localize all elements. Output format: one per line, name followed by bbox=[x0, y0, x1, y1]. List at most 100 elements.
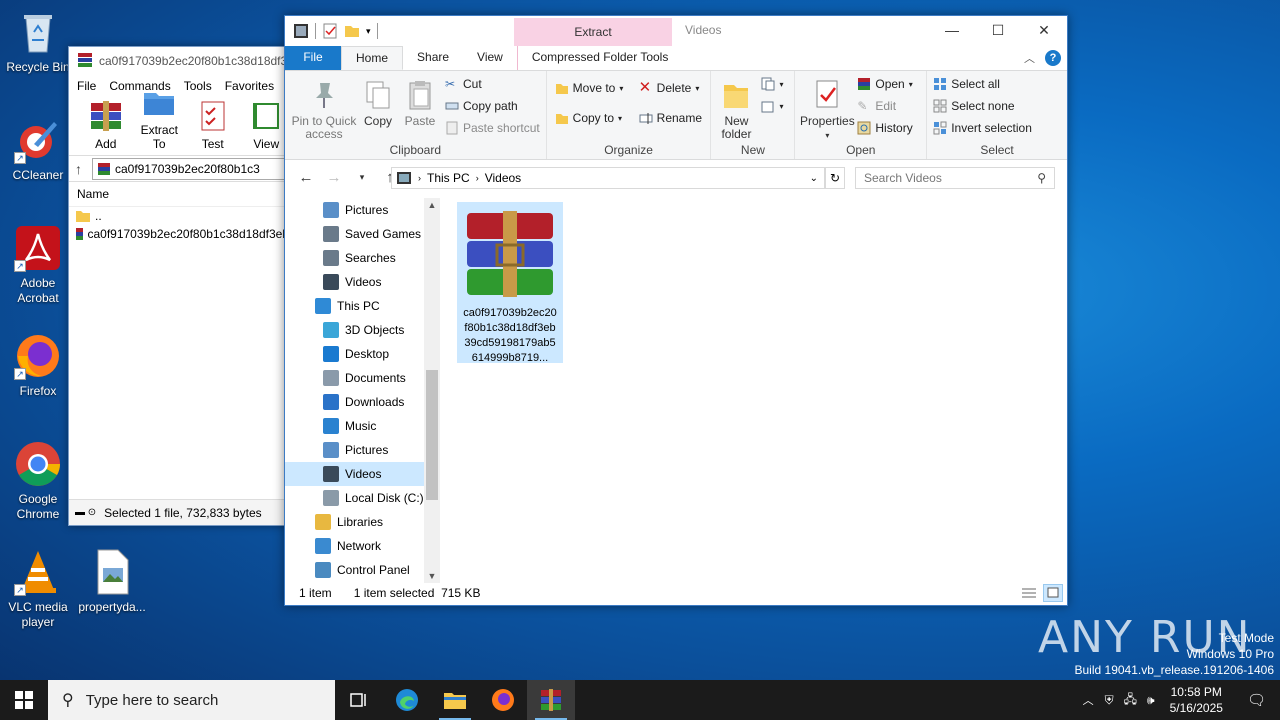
scroll-up-icon[interactable]: ▲ bbox=[424, 200, 440, 210]
new-item-button[interactable]: ▾ bbox=[761, 77, 783, 91]
tab-home[interactable]: Home bbox=[341, 46, 404, 70]
breadcrumb-videos[interactable]: Videos bbox=[485, 171, 521, 185]
taskbar-edge[interactable] bbox=[383, 680, 431, 720]
desktop-icon-vlc[interactable]: ↗ VLC media player bbox=[0, 548, 76, 630]
nav-item-saved-games[interactable]: Saved Games bbox=[285, 222, 440, 246]
properties-qat-icon[interactable] bbox=[322, 23, 338, 39]
start-button[interactable] bbox=[0, 680, 48, 720]
tab-compressed-folder-tools[interactable]: Compressed Folder Tools bbox=[516, 46, 683, 70]
notification-icon[interactable]: 🗨 bbox=[1233, 691, 1280, 709]
nav-item-local-disk-c[interactable]: Local Disk (C:) bbox=[285, 486, 440, 510]
copy-button[interactable]: Copy bbox=[361, 79, 395, 128]
clock[interactable]: 10:58 PM 5/16/2025 bbox=[1160, 684, 1233, 716]
collapse-ribbon-icon[interactable]: ︿ bbox=[1024, 50, 1035, 66]
list-item[interactable]: .. bbox=[69, 207, 289, 225]
open-button[interactable]: Open ▾ bbox=[857, 77, 913, 91]
extract-to-button[interactable]: Extract To bbox=[137, 85, 183, 151]
address-bar[interactable]: › This PC › Videos ⌄ bbox=[391, 167, 825, 189]
invert-selection-button[interactable]: Invert selection bbox=[933, 121, 1032, 135]
nav-item-documents[interactable]: Documents bbox=[285, 366, 440, 390]
explorer-titlebar[interactable]: ▾ Extract Videos — ☐ ✕ bbox=[285, 16, 1067, 46]
nav-item-network[interactable]: Network bbox=[285, 534, 440, 558]
nav-item-pictures[interactable]: Pictures bbox=[285, 198, 440, 222]
maximize-button[interactable]: ☐ bbox=[975, 16, 1021, 44]
select-none-button[interactable]: Select none bbox=[933, 99, 1015, 113]
tab-share[interactable]: Share bbox=[403, 46, 463, 70]
winrar-window[interactable]: ca0f917039b2ec20f80b1c38d18df3e File Com… bbox=[68, 46, 290, 526]
back-arrow-icon[interactable]: ← bbox=[295, 169, 317, 186]
add-button[interactable]: Add bbox=[83, 99, 129, 151]
refresh-button[interactable]: ↻ bbox=[825, 167, 845, 189]
menu-tools[interactable]: Tools bbox=[184, 79, 212, 93]
nav-scrollbar[interactable]: ▲ ▼ bbox=[424, 198, 440, 583]
desktop-icon-chrome[interactable]: Google Chrome bbox=[0, 440, 76, 522]
tab-file[interactable]: File bbox=[285, 46, 341, 70]
taskbar-winrar[interactable] bbox=[527, 680, 575, 720]
properties-button[interactable]: Properties ▾ bbox=[797, 79, 857, 142]
select-all-button[interactable]: Select all bbox=[933, 77, 1000, 91]
file-item[interactable]: ca0f917039b2ec20f80b1c38d18df3eb39cd5919… bbox=[457, 202, 563, 364]
delete-button[interactable]: ✕ Delete ▾ bbox=[639, 80, 700, 95]
nav-item-desktop[interactable]: Desktop bbox=[285, 342, 440, 366]
desktop-icon-adobe-acrobat[interactable]: ↗ Adobe Acrobat bbox=[0, 224, 76, 306]
menu-favorites[interactable]: Favorites bbox=[225, 79, 274, 93]
taskbar-file-explorer[interactable] bbox=[431, 680, 479, 720]
explorer-window[interactable]: ▾ Extract Videos — ☐ ✕ File Home Share V… bbox=[284, 15, 1068, 606]
close-button[interactable]: ✕ bbox=[1021, 16, 1067, 44]
new-folder-qat-icon[interactable] bbox=[344, 23, 360, 39]
nav-item-videos[interactable]: Videos bbox=[285, 462, 440, 486]
desktop-icon-recycle-bin[interactable]: Recycle Bin bbox=[0, 8, 76, 75]
cut-button[interactable]: ✂ Cut bbox=[445, 77, 482, 91]
easy-access-button[interactable]: ▾ bbox=[761, 99, 783, 113]
winrar-path-box[interactable]: ca0f917039b2ec20f80b1c3 bbox=[92, 157, 289, 180]
volume-icon[interactable]: 🕪 bbox=[1142, 693, 1160, 708]
new-folder-button[interactable]: New folder bbox=[715, 79, 757, 141]
copy-to-button[interactable]: Copy to ▾ bbox=[555, 111, 622, 125]
test-button[interactable]: Test bbox=[190, 99, 236, 151]
forward-arrow-icon[interactable]: → bbox=[323, 169, 345, 186]
move-to-button[interactable]: Move to ▾ bbox=[555, 81, 623, 95]
rename-button[interactable]: Rename bbox=[639, 111, 702, 125]
minimize-button[interactable]: — bbox=[929, 16, 975, 44]
desktop-icon-propertydata[interactable]: propertyda... bbox=[74, 548, 150, 615]
nav-item-libraries[interactable]: Libraries bbox=[285, 510, 440, 534]
nav-item-this-pc[interactable]: This PC bbox=[285, 294, 440, 318]
search-input[interactable]: Search Videos ⚲ bbox=[855, 167, 1055, 189]
paste-shortcut-button[interactable]: Paste shortcut bbox=[445, 121, 540, 135]
nav-item-music[interactable]: Music bbox=[285, 414, 440, 438]
edit-button[interactable]: ✎ Edit bbox=[857, 99, 896, 113]
large-icons-view-icon[interactable] bbox=[1043, 584, 1063, 602]
breadcrumb-this-pc[interactable]: This PC bbox=[427, 171, 470, 185]
tab-view[interactable]: View bbox=[463, 46, 517, 70]
help-icon[interactable]: ? bbox=[1045, 50, 1061, 66]
nav-item-downloads[interactable]: Downloads bbox=[285, 390, 440, 414]
network-icon[interactable]: 🖧 bbox=[1119, 690, 1142, 711]
show-hidden-icons-icon[interactable]: ︿ bbox=[1077, 692, 1100, 708]
nav-item-videos[interactable]: Videos bbox=[285, 270, 440, 294]
view-button[interactable]: View bbox=[244, 99, 290, 151]
winrar-titlebar[interactable]: ca0f917039b2ec20f80b1c38d18df3e bbox=[69, 47, 289, 75]
paste-button[interactable]: Paste bbox=[403, 79, 437, 128]
customize-qat-icon[interactable]: ▾ bbox=[366, 26, 371, 37]
nav-item-3d-objects[interactable]: 3D Objects bbox=[285, 318, 440, 342]
address-dropdown-icon[interactable]: ⌄ bbox=[810, 173, 818, 184]
list-item[interactable]: ca0f917039b2ec20f80b1c38d18df3eb bbox=[69, 225, 289, 243]
taskbar-firefox[interactable] bbox=[479, 680, 527, 720]
nav-item-control-panel[interactable]: Control Panel bbox=[285, 558, 440, 582]
scroll-down-icon[interactable]: ▼ bbox=[424, 571, 440, 581]
pin-to-quick-access-button[interactable]: Pin to Quick access bbox=[289, 79, 359, 141]
desktop-icon-firefox[interactable]: ↗ Firefox bbox=[0, 332, 76, 399]
nav-item-pictures[interactable]: Pictures bbox=[285, 438, 440, 462]
column-header-name[interactable]: Name bbox=[69, 181, 289, 207]
task-view-button[interactable] bbox=[335, 680, 383, 720]
up-arrow-icon[interactable]: ↑ bbox=[75, 161, 82, 177]
history-button[interactable]: History bbox=[857, 121, 913, 135]
copy-path-button[interactable]: Copy path bbox=[445, 99, 518, 113]
desktop-icon-ccleaner[interactable]: ↗ CCleaner bbox=[0, 116, 76, 183]
menu-file[interactable]: File bbox=[77, 79, 96, 93]
taskbar-search-box[interactable]: ⚲ Type here to search bbox=[48, 680, 335, 720]
recent-locations-icon[interactable]: ▾ bbox=[351, 172, 373, 183]
security-icon[interactable]: ⛨ bbox=[1100, 693, 1119, 708]
details-view-icon[interactable] bbox=[1019, 584, 1039, 602]
extract-context-tab[interactable]: Extract bbox=[514, 18, 672, 46]
